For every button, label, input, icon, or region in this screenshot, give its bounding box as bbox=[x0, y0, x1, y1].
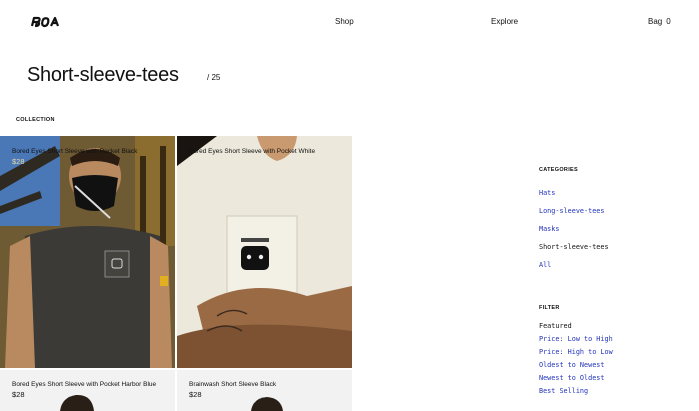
category-link-short-sleeve-tees[interactable]: Short-sleeve-tees bbox=[539, 243, 609, 251]
product-name[interactable]: Bored Eyes Short Sleeve with Pocket Blac… bbox=[12, 148, 137, 155]
product-name[interactable]: Bored Eyes Short Sleeve with Pocket Whit… bbox=[189, 148, 315, 155]
nav-bag[interactable]: Bag 0 bbox=[648, 17, 671, 26]
product-count: / 25 bbox=[207, 73, 221, 82]
product-image bbox=[60, 394, 94, 411]
product-card[interactable]: Bored Eyes Short Sleeve with Pocket Whit… bbox=[177, 136, 352, 368]
product-image bbox=[251, 397, 283, 411]
nav-explore[interactable]: Explore bbox=[491, 17, 518, 26]
bag-label: Bag bbox=[648, 17, 663, 26]
product-price: $28 bbox=[12, 157, 25, 166]
page-title: Short-sleeve-tees bbox=[27, 64, 179, 86]
product-card[interactable]: Bored Eyes Short Sleeve with Pocket Harb… bbox=[0, 370, 175, 411]
categories-heading: CATEGORIES bbox=[539, 167, 578, 173]
filter-price-high-low[interactable]: Price: High to Low bbox=[539, 348, 613, 356]
filter-newest-oldest[interactable]: Newest to Oldest bbox=[539, 374, 604, 382]
filter-heading: FILTER bbox=[539, 305, 560, 311]
category-link-masks[interactable]: Masks bbox=[539, 225, 559, 233]
product-card[interactable]: Brainwash Short Sleeve Black $28 bbox=[177, 370, 352, 411]
bag-count: 0 bbox=[666, 17, 671, 26]
category-link-long-sleeve-tees[interactable]: Long-sleeve-tees bbox=[539, 207, 604, 215]
filter-best-selling[interactable]: Best Selling bbox=[539, 387, 588, 395]
category-link-all[interactable]: All bbox=[539, 261, 551, 269]
product-image bbox=[177, 136, 352, 368]
filter-featured[interactable]: Featured bbox=[539, 322, 572, 330]
product-card[interactable]: Bored Eyes Short Sleeve with Pocket Blac… bbox=[0, 136, 175, 368]
filter-price-low-high[interactable]: Price: Low to High bbox=[539, 335, 613, 343]
category-link-hats[interactable]: Hats bbox=[539, 189, 555, 197]
collection-label: COLLECTION bbox=[16, 117, 55, 123]
nav-shop[interactable]: Shop bbox=[335, 17, 354, 26]
product-image bbox=[0, 136, 175, 368]
filter-oldest-newest[interactable]: Oldest to Newest bbox=[539, 361, 604, 369]
boa-logo[interactable] bbox=[30, 16, 62, 28]
